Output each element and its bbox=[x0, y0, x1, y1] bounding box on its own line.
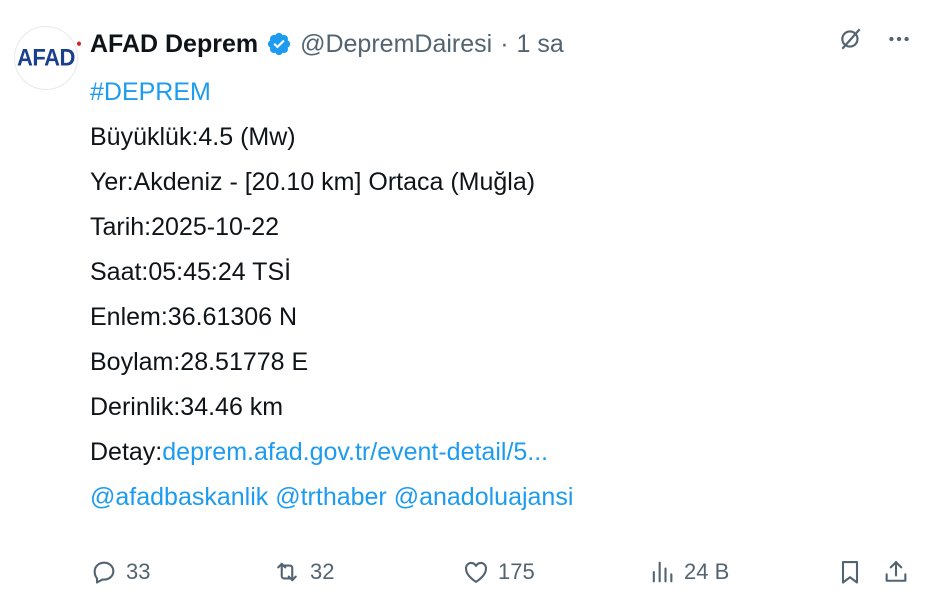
mention-anadoluajansi[interactable]: @anadoluajansi bbox=[394, 483, 574, 511]
tweet-body: #DEPREM Büyüklük:4.5 (Mw) Yer:Akdeniz - … bbox=[90, 70, 573, 520]
bookmark-icon bbox=[836, 558, 864, 586]
tweet-header: AFAD Deprem @DepremDairesi · 1 sa bbox=[90, 24, 564, 64]
like-icon bbox=[462, 558, 490, 586]
avatar-logo-text: AFAD bbox=[17, 43, 75, 72]
tweet-card[interactable]: AFAD AFAD Deprem @DepremDairesi · 1 sa #… bbox=[0, 0, 930, 604]
separator: · bbox=[500, 29, 509, 58]
depth-line: Derinlik:34.46 km bbox=[90, 393, 284, 421]
date-line: Tarih:2025-10-22 bbox=[90, 213, 280, 241]
detail-label: Detay: bbox=[90, 438, 163, 466]
like-count: 175 bbox=[498, 559, 535, 584]
reply-button[interactable]: 33 bbox=[90, 552, 150, 592]
timestamp[interactable]: 1 sa bbox=[517, 30, 564, 59]
share-icon bbox=[882, 558, 910, 586]
display-name[interactable]: AFAD Deprem bbox=[90, 30, 258, 59]
mention-trthaber[interactable]: @trthaber bbox=[275, 483, 387, 511]
longitude-line: Boylam:28.51778 E bbox=[90, 348, 309, 376]
mentions-line: @afadbaskanlik @trthaber @anadoluajansi bbox=[90, 475, 573, 520]
share-button[interactable] bbox=[882, 552, 910, 592]
views-button[interactable]: 24 B bbox=[648, 552, 729, 592]
mention-afadbaskanlik[interactable]: @afadbaskanlik bbox=[90, 483, 268, 511]
repost-count: 32 bbox=[310, 559, 335, 584]
grok-icon[interactable] bbox=[838, 26, 864, 52]
magnitude-line: Büyüklük:4.5 (Mw) bbox=[90, 123, 296, 151]
avatar[interactable]: AFAD bbox=[14, 26, 81, 90]
user-handle[interactable]: @DepremDairesi bbox=[300, 30, 492, 59]
views-count: 24 B bbox=[684, 559, 730, 584]
bookmark-button[interactable] bbox=[836, 552, 864, 592]
afad-logo: AFAD bbox=[17, 41, 81, 73]
reply-count: 33 bbox=[126, 559, 151, 584]
repost-icon bbox=[272, 558, 302, 586]
verified-badge-icon[interactable] bbox=[266, 31, 292, 57]
time-line: Saat:05:45:24 TSİ bbox=[90, 258, 292, 286]
hashtag-link[interactable]: #DEPREM bbox=[90, 70, 573, 115]
like-button[interactable]: 175 bbox=[462, 552, 535, 592]
top-actions bbox=[838, 26, 912, 52]
repost-button[interactable]: 32 bbox=[272, 552, 334, 592]
more-icon[interactable] bbox=[886, 26, 912, 52]
reply-icon bbox=[90, 558, 118, 586]
logo-red-dot bbox=[76, 41, 81, 46]
latitude-line: Enlem:36.61306 N bbox=[90, 303, 298, 331]
detail-link[interactable]: deprem.afad.gov.tr/event-detail/5... bbox=[162, 438, 548, 466]
views-icon bbox=[648, 558, 676, 586]
detail-line: Detay:deprem.afad.gov.tr/event-detail/5.… bbox=[90, 430, 573, 475]
action-bar: 33 32 175 24 B bbox=[90, 552, 914, 592]
location-line: Yer:Akdeniz - [20.10 km] Ortaca (Muğla) bbox=[90, 168, 536, 196]
